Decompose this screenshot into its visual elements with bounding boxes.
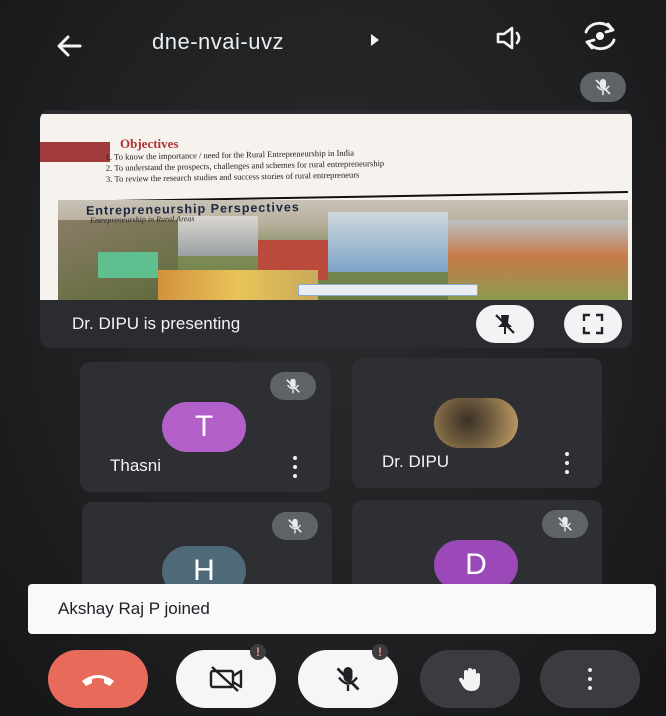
fullscreen-icon (582, 313, 604, 335)
mic-off-icon (288, 518, 302, 534)
more-options-button[interactable] (540, 650, 640, 708)
meeting-code[interactable]: dne-nvai-uvz (152, 29, 284, 55)
self-muted-badge (580, 72, 626, 102)
end-call-button[interactable] (48, 650, 148, 708)
more-options-icon[interactable] (562, 452, 572, 474)
mic-toggle-button[interactable]: ! (298, 644, 398, 708)
presentation-card[interactable]: Objectives To know the importance / need… (40, 110, 632, 348)
avatar-photo (434, 398, 518, 448)
participant-muted-badge (542, 510, 588, 538)
slide-title: Objectives (120, 136, 179, 151)
participant-muted-badge (272, 512, 318, 540)
more-options-icon[interactable] (290, 456, 300, 478)
mic-alert-badge: ! (372, 644, 388, 660)
caret-right-icon[interactable] (368, 32, 382, 48)
raise-hand-button[interactable] (420, 650, 520, 708)
unpin-button[interactable] (476, 305, 534, 343)
meeting-screen: dne-nvai-uvz Objectives 1. To know the i… (0, 0, 666, 716)
hang-up-icon (82, 675, 114, 686)
mic-off-icon (558, 516, 572, 532)
participant-name: Dr. DIPU (382, 452, 450, 471)
switch-camera-icon[interactable] (578, 18, 622, 54)
more-vertical-icon (585, 668, 595, 690)
slide-subtitle-secondary: Entrepreneurship in Rural Areas (89, 214, 195, 225)
participant-tile[interactable]: Dr. DIPU (352, 358, 602, 488)
mic-off-icon (286, 378, 300, 394)
camera-alert-badge: ! (250, 644, 266, 660)
mic-off-icon (336, 667, 360, 691)
speaker-icon[interactable] (492, 22, 532, 54)
mic-off-icon (595, 79, 611, 95)
participant-tile[interactable]: T Thasni (80, 362, 330, 492)
participant-name: Thasni (110, 456, 162, 475)
fullscreen-button[interactable] (564, 305, 622, 343)
camera-off-icon (209, 666, 243, 692)
raise-hand-icon (458, 668, 480, 691)
avatar: D (434, 540, 518, 590)
avatar: T (162, 402, 246, 452)
shared-slide: Objectives To know the importance / need… (40, 114, 632, 300)
presenting-bar: Dr. DIPU is presenting (40, 300, 632, 348)
notification-text: Akshay Raj P joined (58, 599, 210, 618)
participant-muted-badge (270, 372, 316, 400)
camera-toggle-button[interactable]: ! (176, 644, 276, 708)
pin-off-icon (495, 314, 515, 334)
call-controls: ! ! (0, 644, 666, 716)
top-bar: dne-nvai-uvz (0, 0, 666, 102)
back-arrow-icon[interactable] (50, 26, 90, 66)
join-notification: Akshay Raj P joined (28, 584, 656, 634)
presenting-label: Dr. DIPU is presenting (72, 314, 241, 333)
